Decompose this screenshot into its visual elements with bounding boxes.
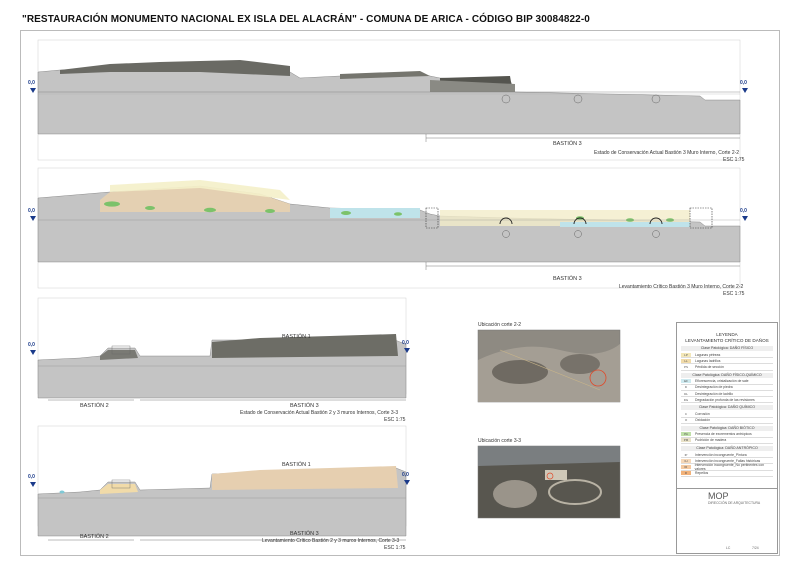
legend-swatch: PM: [681, 438, 691, 443]
bastion-label: BASTIÓN 3: [553, 141, 582, 147]
legend-swatch: LL: [681, 358, 691, 363]
legend-item: IR Intervención incongruente_No pertinent…: [681, 463, 773, 472]
section-scale: ESC 1:75: [723, 157, 745, 163]
legend-group-title: Clase Patológica: DAÑO FÍSICO: [681, 346, 773, 351]
level-marker: 0,0: [28, 80, 35, 86]
location-label: Ubicación corte 2-2: [478, 322, 522, 328]
title-block-dept: DIRECCIÓN DE ARQUITECTURA: [708, 501, 761, 505]
bastion-left-label: BASTIÓN 2: [80, 534, 109, 540]
legend-item: PS Pérdida de sección: [681, 364, 773, 371]
title-block-sheet-num: 7/24: [752, 546, 759, 550]
section-2-drawing: [30, 167, 748, 289]
legend-group-title: Clase Patológica: DAÑO BIÓTICO: [681, 425, 773, 431]
legend-item-label: Intervención incongruente_Pintura: [695, 452, 747, 457]
legend-group-title: Clase Patológica: DAÑO QUÍMICO: [681, 405, 773, 411]
section-caption: Levantamiento Crítico Bastión 3 Muro Int…: [619, 284, 744, 290]
level-marker: 0,0: [740, 208, 747, 214]
legend-swatch: DG: [681, 397, 691, 402]
title-block-sheet-code: LC: [726, 546, 731, 550]
legend-item-label: Intervención incongruente_No pertinentes…: [694, 463, 765, 472]
section-scale: ESC 1:75: [723, 291, 745, 297]
legend-item-label: Corrosión: [695, 411, 710, 416]
location-photo-3-3: [477, 445, 621, 519]
title-block: MOP DIRECCIÓN DE ARQUITECTURA LC 7/24: [676, 488, 778, 555]
legend-swatch: R: [681, 471, 691, 476]
legend-title: LEYENDA LEVANTAMIENTO CRÍTICO DE DAÑOS: [685, 332, 769, 343]
legend-swatch: IH: [681, 458, 691, 463]
legend-item-label: Oxidación: [695, 418, 711, 423]
bastion-top-label: BASTIÓN 1: [282, 462, 311, 468]
legend-swatch: D: [681, 385, 691, 390]
legend-item-label: Desintegración de ladrillo: [695, 391, 734, 396]
bastion-right-label: BASTIÓN 3: [290, 531, 319, 537]
level-marker: 0,0: [28, 342, 35, 348]
legend-item-label: Eflorescencia, cristalización de sale: [695, 379, 749, 384]
legend-item: O Oxidación: [681, 418, 773, 424]
level-marker: 0,0: [402, 472, 409, 478]
bastion-right-label: BASTIÓN 3: [290, 403, 319, 409]
section-scale: ESC 1:75: [384, 545, 406, 551]
legend-group-title: Clase Patológica: DAÑO ANTRÓPICO: [681, 446, 773, 452]
legend-item-label: Presencia de excrementos antrópicos: [695, 432, 752, 437]
section-scale: ESC 1:75: [384, 417, 406, 423]
legend-swatch: PS: [681, 364, 691, 369]
legend-item-label: Pudrición de madera: [695, 438, 727, 443]
legend-swatch: DL: [681, 391, 691, 396]
legend-swatch: IR: [681, 465, 691, 470]
legend-item-label: Lagunas pétreas: [695, 352, 721, 357]
legend-item-label: Lagunas ladrillos: [695, 358, 721, 363]
legend-swatch: C: [681, 411, 691, 416]
legend-item: R Repellos: [681, 471, 773, 477]
section-4-drawing: [30, 425, 410, 541]
legend-item-label: Repellos: [695, 471, 709, 476]
level-marker: 0,0: [740, 80, 747, 86]
legend-swatch: IP: [681, 452, 691, 457]
legend-item-label: Desintegración de piedra: [695, 385, 733, 390]
bastion-label: BASTIÓN 3: [553, 276, 582, 282]
legend-swatch: LP: [681, 352, 691, 357]
level-marker: 0,0: [28, 474, 35, 480]
legend-item: PM Pudrición de madera: [681, 438, 773, 445]
legend-swatch: PA: [681, 432, 691, 437]
section-caption: Levantamiento Crítico Bastión 2 y 3 muro…: [262, 538, 400, 544]
location-label: Ubicación corte 3-3: [478, 438, 522, 444]
legend-item: DG Degradación profunda de las revisiones: [681, 397, 773, 404]
level-marker: 0,0: [402, 340, 409, 346]
legend-item-label: Degradación profunda de las revisiones: [695, 397, 755, 402]
legend-swatch: EF: [681, 379, 691, 384]
bastion-top-label: BASTIÓN 1: [282, 334, 311, 340]
legend-body: Clase Patológica: DAÑO FÍSICO LP Lagunas p…: [677, 346, 777, 477]
title-block-org: MOP: [708, 491, 729, 501]
bastion-left-label: BASTIÓN 2: [80, 403, 109, 409]
legend-swatch: O: [681, 418, 691, 423]
section-3-drawing: [30, 297, 410, 401]
section-caption: Estado de Conservación Actual Bastión 3 …: [594, 150, 740, 156]
legend-item-label: Pérdida de sección: [695, 364, 724, 369]
level-marker: 0,0: [28, 208, 35, 214]
section-1-drawing: [30, 39, 748, 161]
section-caption: Estado de Conservación Actual Bastión 2 …: [240, 410, 399, 416]
legend-group-title: Clase Patológica: DAÑO FÍSICO-QUÍMICO: [681, 372, 773, 378]
location-photo-2-2: [477, 329, 621, 403]
